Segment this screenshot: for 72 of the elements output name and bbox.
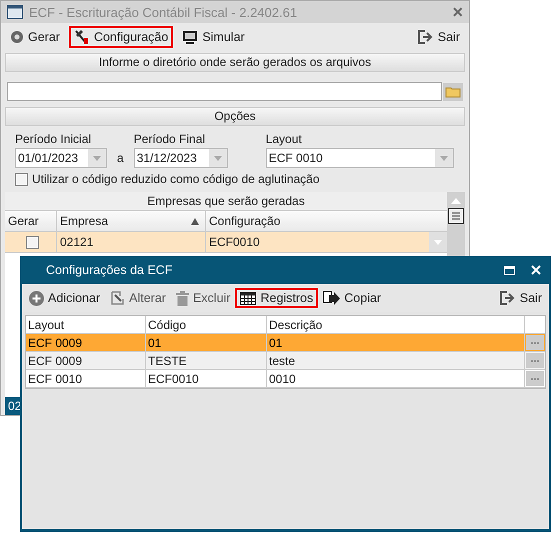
column-header[interactable]: Layout [26,316,146,333]
edit-icon [110,290,126,306]
table-cell: teste [267,352,525,369]
close-icon[interactable] [531,265,541,275]
field-label: Período Inicial [15,132,92,146]
toolbar-button[interactable]: Excluir [170,288,236,308]
toolbar-button[interactable]: Registros [235,288,318,308]
tools-icon [74,29,90,45]
folder-icon[interactable] [443,82,463,100]
plus-icon [29,290,44,306]
table-cell: ECF 0009 [26,334,146,351]
section-header: Opções [5,107,465,126]
date-field[interactable]: 31/12/2023 [134,148,228,168]
ellipsis-icon[interactable] [526,371,544,386]
dialog-title: Configurações da ECF [46,263,174,277]
section-header: Informe o diretório onde serão gerados os arquivos [5,53,465,72]
window-title: ECF - Escrituração Contábil Fiscal - 2.2402.61 [29,4,298,20]
checkbox[interactable] [26,236,38,248]
directory-field[interactable] [7,82,442,101]
trash-icon [176,290,189,306]
dropdown-icon [214,156,222,160]
column-header[interactable]: Empresa [57,211,206,231]
dropdown-icon [434,240,442,244]
layout-dropdown[interactable]: ECF 0010 [266,148,454,168]
range-separator: a [117,151,124,167]
app-icon [7,5,23,19]
toolbar-button[interactable]: Sair [412,27,465,47]
table-row[interactable]: 02121 ECF0010 [5,232,447,253]
table-row[interactable]: ECF 0009 TESTE teste [26,352,545,370]
grid-title: Empresas que serão geradas [5,192,447,211]
column-header[interactable]: Gerar [5,211,57,231]
toolbar-button[interactable]: Adicionar [24,288,106,308]
toolbar-button[interactable]: Simular [177,26,250,48]
table-row[interactable]: ECF 0010 ECF0010 0010 [26,370,545,388]
monitor-icon [182,30,198,44]
maximize-icon[interactable] [504,266,515,274]
toolbar-button[interactable]: Configuração [68,26,174,48]
dropdown-icon [440,156,448,160]
scroll-thumb[interactable] [448,208,464,224]
cycle-icon [10,30,24,44]
table-cell: ECF0010 [146,370,267,387]
sort-icon [191,218,199,224]
field-label: Período Final [134,132,206,146]
date-field[interactable]: 01/01/2023 [15,148,107,168]
dropdown-icon [93,156,101,160]
ellipsis-icon[interactable] [526,353,544,368]
toolbar-button[interactable]: Copiar [318,288,386,308]
copy-icon [323,290,340,306]
table-cell: TESTE [146,352,267,369]
table-row[interactable]: ECF 0009 01 01 [26,334,545,352]
table-cell: 0010 [267,370,525,387]
field-label: Layout [266,132,303,146]
column-header[interactable]: Descrição [267,316,525,333]
checkbox-label: Utilizar o código reduzido como código de aglutinação [32,172,320,186]
ellipsis-icon[interactable] [526,335,544,350]
column-header[interactable]: Configuração [206,211,447,231]
toolbar-button[interactable]: Sair [494,288,547,308]
checkbox[interactable] [15,172,28,186]
table-cell: 01 [267,334,525,351]
exit-icon [500,291,516,305]
table-cell: 02121 [57,232,206,252]
table-cell-text: ECF0010 [209,235,261,249]
table-cell: ECF 0009 [26,352,146,369]
exit-icon [418,30,434,44]
table-cell: ECF 0010 [26,370,146,387]
column-header[interactable]: Código [146,316,267,333]
toolbar-button[interactable]: Gerar [5,27,65,47]
close-button[interactable]: × [452,2,463,22]
scroll-up-icon [451,198,461,204]
toolbar-button[interactable]: Alterar [105,288,171,308]
table-cell: 01 [146,334,267,351]
table-icon [240,292,256,304]
